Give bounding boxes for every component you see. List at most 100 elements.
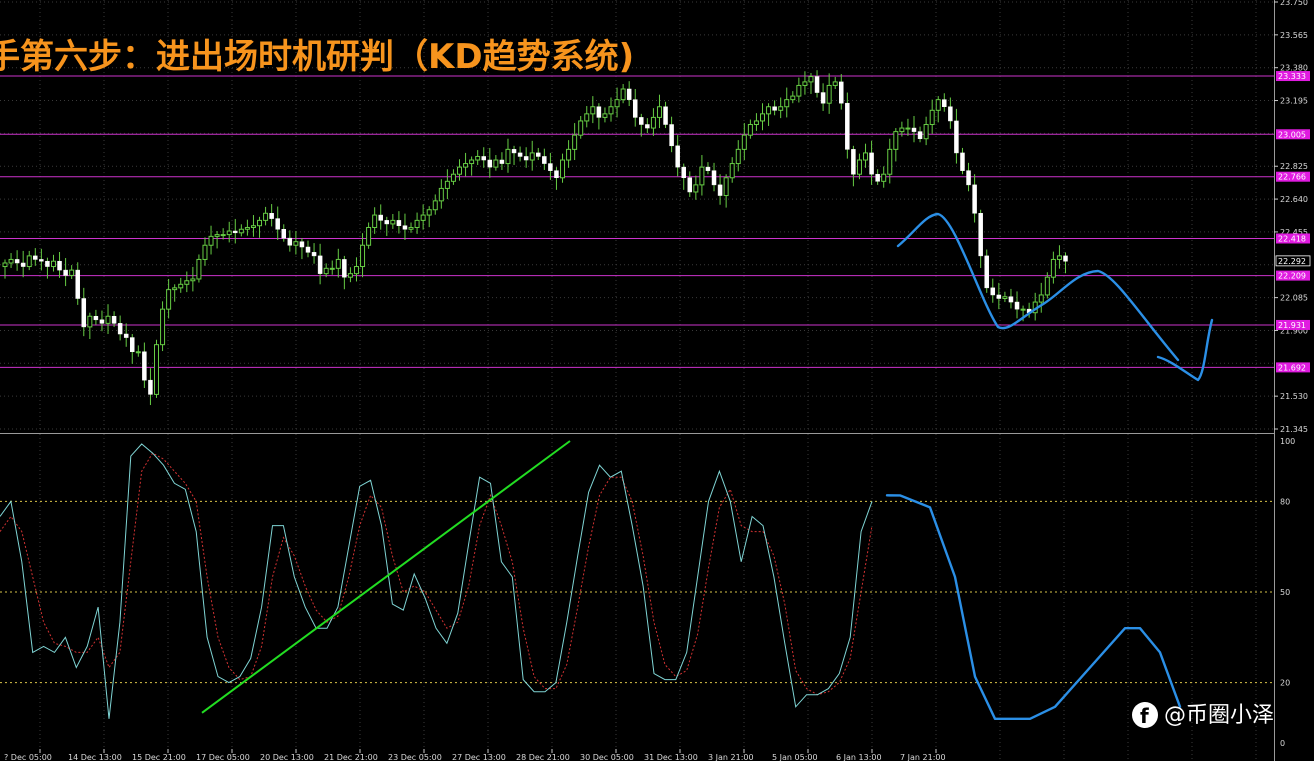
time-tick-label: 30 Dec 05:00 bbox=[580, 753, 634, 761]
candle-body-bull bbox=[656, 106, 662, 118]
time-tick-label: ? Dec 05:00 bbox=[4, 753, 52, 761]
price-level-tag-label: 21.692 bbox=[1278, 363, 1306, 372]
candle-body-bull bbox=[935, 99, 941, 111]
candle-body-bull bbox=[105, 315, 111, 324]
candle-body-bear bbox=[917, 131, 923, 139]
candle-body-bull bbox=[778, 106, 784, 111]
candle-body-bull bbox=[69, 269, 75, 276]
time-tick-label: 17 Dec 05:00 bbox=[196, 753, 250, 761]
candle-body-bull bbox=[160, 308, 166, 346]
time-tick-label: 20 Dec 13:00 bbox=[260, 753, 314, 761]
candle-body-bear bbox=[1014, 301, 1020, 310]
candle-body-bear bbox=[542, 156, 547, 164]
candle-body-bear bbox=[536, 152, 541, 157]
candle-body-bear bbox=[117, 323, 123, 335]
candle-body-bull bbox=[572, 134, 578, 150]
candle-body-bear bbox=[960, 152, 965, 171]
time-tick-label: 5 Jan 05:00 bbox=[772, 753, 818, 761]
candle-body-bull bbox=[929, 109, 935, 126]
candle-body-bear bbox=[814, 76, 820, 93]
candle-body-bull bbox=[196, 258, 202, 280]
candle-body-bull bbox=[50, 260, 56, 268]
candle-body-bull bbox=[905, 127, 911, 130]
time-tick-label: 23 Dec 05:00 bbox=[388, 753, 442, 761]
candle-body-bull bbox=[178, 283, 184, 289]
candle-body-bull bbox=[650, 116, 656, 129]
candle-body-bull bbox=[463, 163, 469, 168]
candle-body-bear bbox=[14, 259, 20, 264]
candle-body-bear bbox=[966, 170, 971, 186]
candle-body-bear bbox=[548, 163, 553, 171]
candle-body-bull bbox=[784, 99, 790, 108]
candle-body-bear bbox=[130, 337, 135, 353]
candle-body-bull bbox=[614, 99, 620, 108]
candle-body-bull bbox=[335, 258, 341, 269]
candle-body-bull bbox=[360, 244, 366, 268]
candle-body-bull bbox=[293, 241, 299, 246]
candle-body-bull bbox=[856, 159, 862, 175]
candle-body-bull bbox=[693, 184, 699, 193]
candle-body-bull bbox=[1038, 294, 1044, 303]
candle-body-bear bbox=[911, 127, 917, 132]
candle-body-bear bbox=[681, 166, 686, 179]
candle-body-bear bbox=[45, 260, 50, 267]
candle-body-bull bbox=[741, 134, 747, 150]
stoch-tick-label: 80 bbox=[1280, 497, 1290, 506]
candle-body-bull bbox=[257, 219, 263, 227]
candle-body-bear bbox=[93, 316, 99, 321]
candle-body-bear bbox=[851, 149, 856, 175]
candle-body-bear bbox=[299, 241, 305, 248]
candle-body-bull bbox=[347, 273, 353, 278]
candle-body-bull bbox=[808, 76, 814, 83]
candle-body-bull bbox=[329, 267, 335, 270]
candle-body-bear bbox=[1008, 296, 1014, 303]
candle-body-bull bbox=[529, 152, 535, 161]
candle-body-bull bbox=[881, 173, 887, 182]
candle-body-bull bbox=[796, 84, 802, 97]
stoch-tick-label: 0 bbox=[1280, 739, 1285, 748]
time-tick-label: 6 Jan 13:00 bbox=[836, 753, 882, 761]
price-tick-label: 23.565 bbox=[1280, 31, 1308, 40]
candle-body-bull bbox=[584, 113, 590, 122]
candle-body-bull bbox=[560, 159, 566, 179]
candle-body-bear bbox=[511, 149, 517, 154]
candle-body-bull bbox=[154, 344, 159, 395]
candle-body-bear bbox=[317, 255, 323, 274]
candle-body-bear bbox=[869, 152, 874, 175]
candle-body-bear bbox=[772, 106, 777, 111]
candle-body-bull bbox=[790, 95, 796, 101]
candlestick-kd-chart: 23.75023.56523.38023.19522.82522.64022.4… bbox=[0, 0, 1314, 761]
time-tick-label: 27 Dec 13:00 bbox=[452, 753, 506, 761]
candle-body-bull bbox=[1020, 308, 1026, 311]
time-tick-label: 3 Jan 21:00 bbox=[708, 753, 754, 761]
candle-body-bear bbox=[554, 170, 559, 179]
candle-body-bull bbox=[887, 148, 893, 175]
price-tick-label: 22.825 bbox=[1280, 162, 1308, 171]
candle-body-bear bbox=[626, 88, 632, 100]
candle-body-bear bbox=[990, 287, 996, 296]
candle-body-bull bbox=[250, 225, 256, 228]
candle-body-bear bbox=[111, 316, 117, 324]
candle-body-bull bbox=[372, 214, 378, 228]
stoch-tick-label: 100 bbox=[1280, 437, 1295, 446]
candle-body-bull bbox=[602, 113, 608, 118]
candle-body-bear bbox=[396, 220, 402, 226]
price-tick-label: 23.750 bbox=[1280, 0, 1308, 7]
candle-body-bull bbox=[8, 258, 14, 264]
candle-body-bear bbox=[269, 213, 274, 219]
candle-body-bull bbox=[220, 234, 226, 237]
candle-body-bull bbox=[214, 234, 220, 237]
candle-body-bear bbox=[233, 230, 238, 234]
time-tick-label: 15 Dec 21:00 bbox=[132, 753, 186, 761]
time-tick-label: 14 Dec 13:00 bbox=[68, 753, 122, 761]
candle-body-bull bbox=[923, 124, 929, 140]
candle-body-bear bbox=[142, 351, 147, 381]
candle-body-bull bbox=[1002, 296, 1008, 300]
candle-body-bear bbox=[281, 229, 287, 239]
candle-body-bull bbox=[620, 88, 626, 101]
candle-body-bear bbox=[942, 99, 947, 108]
candle-body-bull bbox=[893, 131, 899, 150]
candle-body-bull bbox=[366, 226, 372, 246]
candle-body-bull bbox=[608, 106, 614, 115]
price-tick-label: 23.195 bbox=[1280, 97, 1308, 106]
